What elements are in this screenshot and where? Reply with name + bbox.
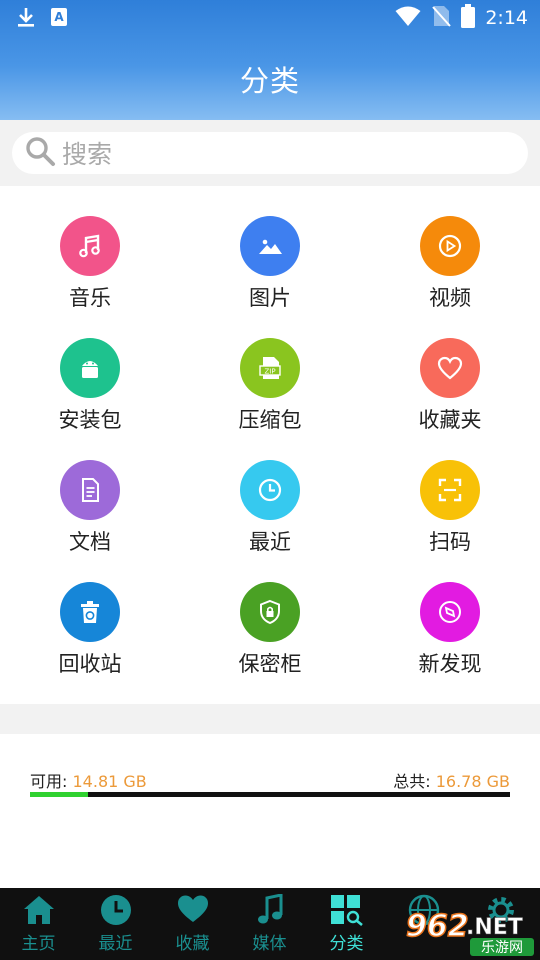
- search-placeholder: 搜索: [62, 140, 113, 169]
- storage-progress-bar: [30, 792, 510, 797]
- category-discover[interactable]: 新发现: [380, 582, 520, 682]
- category-video[interactable]: 视频: [380, 216, 520, 316]
- category-apk[interactable]: 安装包: [20, 338, 160, 438]
- clock-icon: [240, 460, 300, 520]
- available-value: 14.81 GB: [72, 772, 147, 791]
- heart-icon: [420, 338, 480, 398]
- category-label: 安装包: [58, 408, 122, 432]
- category-recycle-bin[interactable]: 回收站: [20, 582, 160, 682]
- category-label: 保密柜: [238, 652, 302, 676]
- no-sim-icon: [431, 4, 452, 32]
- category-scan[interactable]: 扫码: [380, 460, 520, 560]
- search-input[interactable]: 搜索: [12, 132, 528, 174]
- section-divider: [0, 704, 540, 734]
- wifi-icon: [395, 5, 421, 31]
- app-header: A 2:14 分类: [0, 0, 540, 120]
- category-documents[interactable]: 文档: [20, 460, 160, 560]
- category-label: 视频: [429, 286, 471, 310]
- category-favorites[interactable]: 收藏夹: [380, 338, 520, 438]
- total-value: 16.78 GB: [435, 772, 510, 791]
- storage-progress-fill: [30, 792, 88, 797]
- category-music[interactable]: 音乐: [20, 216, 160, 316]
- category-images[interactable]: 图片: [200, 216, 340, 316]
- android-icon: [60, 338, 120, 398]
- available-label: 可用:: [30, 772, 68, 791]
- category-label: 最近: [249, 530, 291, 554]
- category-label: 音乐: [69, 286, 111, 310]
- svg-text:A: A: [54, 10, 64, 24]
- heart-icon: [154, 888, 231, 928]
- shield-lock-icon: [240, 582, 300, 642]
- category-zip[interactable]: ZIP 压缩包: [200, 338, 340, 438]
- svg-text:ZIP: ZIP: [264, 368, 275, 376]
- music-icon: [60, 216, 120, 276]
- nav-label: 主页: [21, 934, 56, 954]
- category-label: 新发现: [418, 652, 482, 676]
- category-label: 图片: [249, 286, 291, 310]
- video-icon: [420, 216, 480, 276]
- storage-section: 可用: 14.81 GB 总共: 16.78 GB: [0, 734, 540, 888]
- category-label: 文档: [69, 530, 111, 554]
- battery-icon: [461, 4, 476, 32]
- nav-media[interactable]: 媒体: [231, 888, 308, 960]
- category-label: 扫码: [429, 530, 471, 554]
- compass-icon: [420, 582, 480, 642]
- clock-icon: [77, 888, 154, 928]
- storage-available: 可用: 14.81 GB: [30, 768, 147, 792]
- storage-total: 总共: 16.78 GB: [393, 768, 510, 792]
- category-recent[interactable]: 最近: [200, 460, 340, 560]
- document-icon: [60, 460, 120, 520]
- nav-home[interactable]: 主页: [0, 888, 77, 960]
- search-section: 搜索: [0, 120, 540, 186]
- category-label: 收藏夹: [418, 408, 482, 432]
- svg-text:.NET: .NET: [466, 915, 523, 940]
- nav-label: 最近: [98, 934, 133, 954]
- category-label: 压缩包: [238, 408, 302, 432]
- download-icon: [16, 6, 36, 32]
- total-label: 总共:: [393, 772, 431, 791]
- category-label: 回收站: [58, 652, 122, 676]
- nav-label: 收藏: [175, 934, 210, 954]
- page-title: 分类: [239, 64, 300, 98]
- nav-category[interactable]: 分类: [308, 888, 385, 960]
- category-grid: 音乐 图片 视频 安装包 ZIP 压缩包 收藏夹 文档 最近 扫码 回收站 保密…: [0, 186, 540, 704]
- music-note-icon: [231, 888, 308, 928]
- font-app-icon: A: [50, 7, 68, 31]
- status-time: 2:14: [485, 7, 528, 29]
- svg-text:962: 962: [406, 909, 469, 944]
- search-icon: [24, 135, 56, 171]
- nav-favorites[interactable]: 收藏: [154, 888, 231, 960]
- image-icon: [240, 216, 300, 276]
- category-safe[interactable]: 保密柜: [200, 582, 340, 682]
- watermark-logo: 962 .NET 乐游网: [400, 904, 538, 958]
- zip-icon: ZIP: [240, 338, 300, 398]
- recycle-bin-icon: [60, 582, 120, 642]
- scan-icon: [420, 460, 480, 520]
- category-grid-icon: [308, 888, 385, 928]
- home-icon: [0, 888, 77, 928]
- svg-text:乐游网: 乐游网: [481, 940, 523, 956]
- nav-label: 分类: [329, 934, 364, 954]
- nav-recent[interactable]: 最近: [77, 888, 154, 960]
- nav-label: 媒体: [252, 934, 287, 954]
- status-bar: A 2:14: [0, 0, 540, 36]
